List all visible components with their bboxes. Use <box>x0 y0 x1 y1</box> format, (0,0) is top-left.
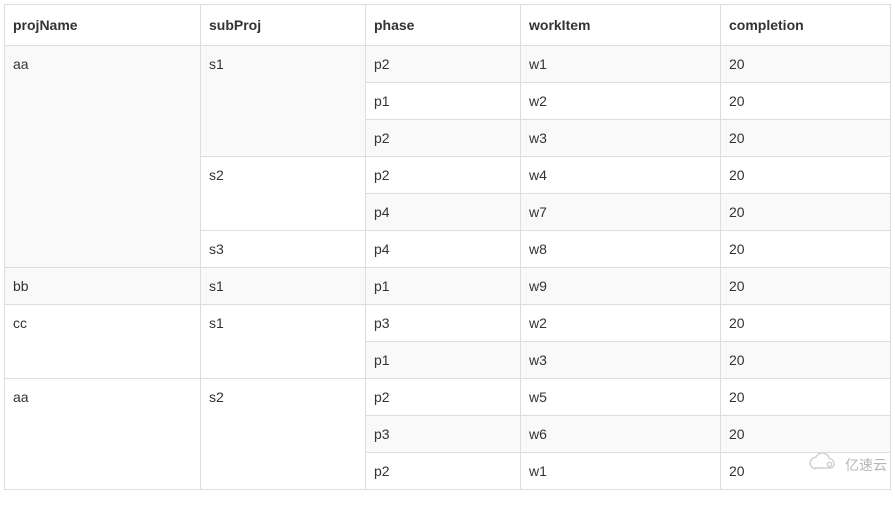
cell-workitem: w8 <box>521 231 721 268</box>
cell-projname: aa <box>5 379 201 490</box>
cell-phase: p2 <box>366 120 521 157</box>
cell-phase: p1 <box>366 268 521 305</box>
header-phase: phase <box>366 5 521 46</box>
cell-completion: 20 <box>721 194 891 231</box>
header-workitem: workItem <box>521 5 721 46</box>
data-table: projName subProj phase workItem completi… <box>4 4 891 490</box>
cell-completion: 20 <box>721 268 891 305</box>
cell-completion: 20 <box>721 379 891 416</box>
cell-phase: p4 <box>366 194 521 231</box>
cell-phase: p4 <box>366 231 521 268</box>
cell-subproj: s2 <box>201 379 366 490</box>
cell-subproj: s1 <box>201 305 366 379</box>
table-row: aa s2 p2 w5 20 <box>5 379 891 416</box>
header-projname: projName <box>5 5 201 46</box>
table-header-row: projName subProj phase workItem completi… <box>5 5 891 46</box>
cell-completion: 20 <box>721 120 891 157</box>
cell-phase: p1 <box>366 83 521 120</box>
cell-phase: p1 <box>366 342 521 379</box>
cell-subproj: s1 <box>201 268 366 305</box>
cell-phase: p2 <box>366 453 521 490</box>
header-completion: completion <box>721 5 891 46</box>
cell-workitem: w1 <box>521 46 721 83</box>
cell-subproj: s2 <box>201 157 366 231</box>
cell-workitem: w2 <box>521 83 721 120</box>
cell-phase: p3 <box>366 416 521 453</box>
header-subproj: subProj <box>201 5 366 46</box>
cell-projname: cc <box>5 305 201 379</box>
cell-workitem: w2 <box>521 305 721 342</box>
cell-completion: 20 <box>721 453 891 490</box>
table-row: bb s1 p1 w9 20 <box>5 268 891 305</box>
cell-completion: 20 <box>721 83 891 120</box>
cell-completion: 20 <box>721 157 891 194</box>
cell-phase: p2 <box>366 379 521 416</box>
cell-subproj: s1 <box>201 46 366 157</box>
cell-workitem: w3 <box>521 342 721 379</box>
cell-completion: 20 <box>721 416 891 453</box>
cell-workitem: w4 <box>521 157 721 194</box>
cell-workitem: w5 <box>521 379 721 416</box>
table-row: cc s1 p3 w2 20 <box>5 305 891 342</box>
cell-subproj: s3 <box>201 231 366 268</box>
cell-completion: 20 <box>721 46 891 83</box>
cell-workitem: w3 <box>521 120 721 157</box>
table-row: aa s1 p2 w1 20 <box>5 46 891 83</box>
cell-projname: bb <box>5 268 201 305</box>
cell-workitem: w1 <box>521 453 721 490</box>
cell-phase: p2 <box>366 157 521 194</box>
cell-workitem: w6 <box>521 416 721 453</box>
cell-completion: 20 <box>721 231 891 268</box>
cell-phase: p2 <box>366 46 521 83</box>
cell-workitem: w9 <box>521 268 721 305</box>
cell-phase: p3 <box>366 305 521 342</box>
cell-completion: 20 <box>721 305 891 342</box>
cell-workitem: w7 <box>521 194 721 231</box>
cell-completion: 20 <box>721 342 891 379</box>
cell-projname: aa <box>5 46 201 268</box>
